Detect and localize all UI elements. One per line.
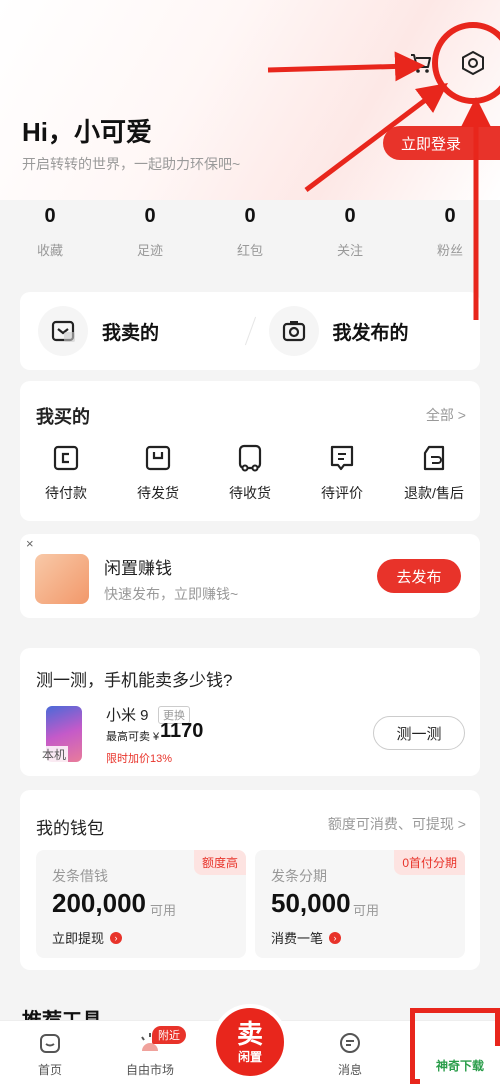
annotation-arrows	[267, 51, 491, 320]
arrow-to-settings	[304, 82, 448, 192]
arrow-to-cart	[267, 51, 425, 82]
